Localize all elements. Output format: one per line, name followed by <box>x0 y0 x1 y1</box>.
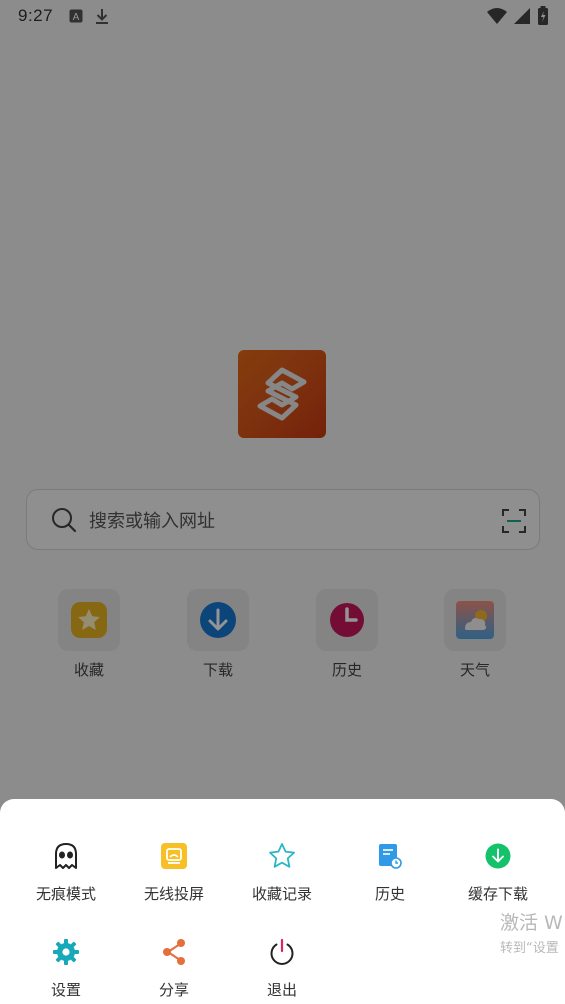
menu-label: 历史 <box>374 885 405 903</box>
cast-screen-icon <box>159 841 189 871</box>
menu-item-wireless-cast[interactable]: 无线投屏 <box>120 841 228 904</box>
share-icon <box>159 937 189 967</box>
menu-item-exit[interactable]: 退出 <box>228 937 336 1000</box>
menu-label: 退出 <box>266 981 297 999</box>
watermark-title: 激活 W <box>500 912 563 934</box>
menu-label: 分享 <box>158 981 189 999</box>
menu-item-cache-download[interactable]: 缓存下载 <box>444 841 552 904</box>
bottom-menu-sheet: 无痕模式 无线投屏 收藏记录 历史 缓存下载 设置 分享 退出 <box>0 799 565 1004</box>
menu-label: 缓存下载 <box>467 885 528 903</box>
menu-label: 无痕模式 <box>35 885 96 903</box>
menu-item-settings[interactable]: 设置 <box>12 937 120 1000</box>
incognito-icon <box>51 841 81 871</box>
history-doc-icon <box>375 841 405 871</box>
menu-label: 收藏记录 <box>251 885 312 903</box>
gear-icon <box>51 937 81 967</box>
menu-item-history[interactable]: 历史 <box>336 841 444 904</box>
menu-label: 无线投屏 <box>143 885 204 903</box>
activation-watermark: 激活 W 转到“设置 <box>500 908 565 956</box>
power-icon <box>267 937 297 967</box>
watermark-subtitle: 转到“设置 <box>500 941 559 956</box>
menu-label: 设置 <box>50 981 81 999</box>
menu-item-bookmarks[interactable]: 收藏记录 <box>228 841 336 904</box>
menu-item-share[interactable]: 分享 <box>120 937 228 1000</box>
menu-item-incognito[interactable]: 无痕模式 <box>12 841 120 904</box>
download-circle-icon <box>483 841 513 871</box>
star-outline-icon <box>267 841 297 871</box>
